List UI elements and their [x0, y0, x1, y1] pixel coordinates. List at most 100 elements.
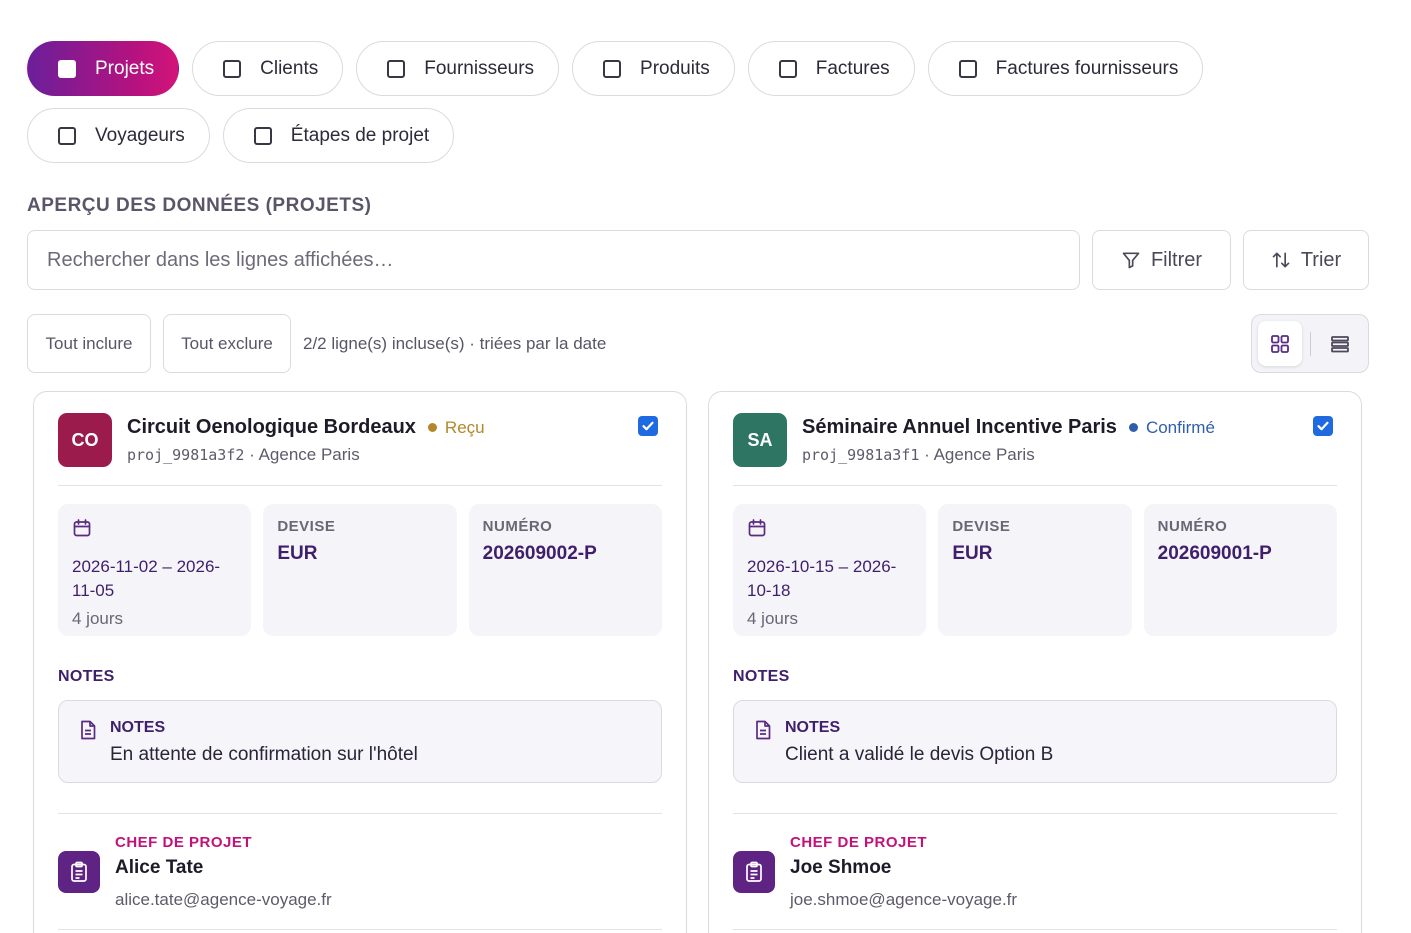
tab-clients[interactable]: Clients [192, 41, 344, 96]
selection-summary: 2/2 ligne(s) incluse(s) · triées par la … [303, 334, 607, 353]
tab-produits[interactable]: Produits [572, 41, 735, 96]
filter-label: Filtrer [1150, 248, 1203, 271]
check-icon [642, 421, 654, 431]
tab-label: Produits [640, 57, 710, 79]
list-view-button[interactable] [1318, 321, 1362, 366]
section-title: APERÇU DES DONNÉES (PROJETS) [27, 195, 372, 216]
calendar-icon [73, 519, 91, 537]
checkbox-icon[interactable] [58, 126, 76, 145]
checkbox-icon[interactable] [603, 59, 622, 78]
tab-projets[interactable]: Projets [27, 41, 180, 96]
divider [733, 929, 1337, 930]
checkbox-icon[interactable] [778, 59, 797, 78]
title-line: Circuit Oenologique Bordeaux Reçu [127, 416, 485, 439]
sort-icon [1272, 252, 1290, 268]
search-input[interactable] [47, 248, 1079, 272]
list-icon [1331, 335, 1350, 352]
number-label: NUMÉRO [1157, 518, 1228, 535]
tab-label: Voyageurs [95, 124, 185, 146]
avatar: CO [58, 413, 112, 467]
manager-label: CHEF DE PROJET [115, 834, 253, 851]
title-line: Séminaire Annuel Incentive Paris Confirm… [802, 416, 1215, 439]
currency-value: EUR [277, 543, 318, 564]
number-value: 202609001-P [1157, 543, 1272, 564]
divider [733, 485, 1337, 486]
view-toggle [1251, 314, 1369, 373]
status-label: Confirmé [1145, 417, 1215, 437]
notes-title: NOTES [785, 719, 841, 736]
project-title: Séminaire Annuel Incentive Paris [802, 416, 1117, 438]
include-all-button[interactable]: Tout inclure [27, 314, 151, 373]
date-range-line: 10-18 [747, 581, 791, 600]
document-icon [756, 720, 771, 740]
stats-row: 2026-10-15 – 2026- 10-18 4 jours DEVISE E… [733, 504, 1337, 636]
number-stat: NUMÉRO 202609002-P [468, 504, 662, 636]
notes-title: NOTES [110, 719, 166, 736]
currency-value: EUR [952, 543, 993, 564]
card-header: CO Circuit Oenologique Bordeaux Reçu pro… [58, 413, 662, 469]
project-card[interactable]: SA Séminaire Annuel Incentive Paris Conf… [708, 391, 1362, 933]
agency: · Agence Paris [924, 445, 1035, 464]
stats-row: 2026-11-02 – 2026- 11-05 4 jours DEVISE E… [58, 504, 662, 636]
project-subline: proj_9981a3f2 · Agence Paris [127, 445, 360, 465]
status-dot-icon [1128, 423, 1138, 432]
currency-label: DEVISE [277, 518, 336, 535]
tab-voyageurs[interactable]: Voyageurs [27, 108, 210, 163]
avatar: SA [733, 413, 787, 467]
tab-label: Projets [95, 57, 155, 79]
status-dot-icon [427, 423, 437, 432]
date-range: 2026-10-15 – 2026- 10-18 [747, 555, 912, 603]
status-badge: Confirmé [1128, 417, 1215, 438]
checkbox-icon[interactable] [387, 59, 406, 78]
notes-section-label: NOTES [58, 668, 115, 685]
filter-icon [1122, 252, 1140, 269]
currency-label: DEVISE [952, 518, 1011, 535]
status-badge: Reçu [427, 417, 485, 438]
status-label: Reçu [444, 417, 485, 437]
sort-button[interactable]: Trier [1243, 230, 1369, 290]
checkbox-icon[interactable] [958, 59, 977, 78]
document-icon [81, 720, 96, 740]
tab-etapes-de-projet[interactable]: Étapes de projet [222, 108, 455, 163]
tab-label: Étapes de projet [290, 124, 430, 146]
toggle-divider [1309, 331, 1311, 356]
tab-factures[interactable]: Factures [747, 41, 915, 96]
clipboard-icon [733, 851, 775, 893]
checkbox-icon[interactable] [58, 59, 76, 78]
manager-email[interactable]: joe.shmoe@agence-voyage.fr [790, 890, 1017, 910]
divider [58, 929, 662, 930]
date-range-line: 11-05 [72, 581, 115, 600]
calendar-icon [748, 519, 766, 537]
tab-fournisseurs[interactable]: Fournisseurs [356, 41, 560, 96]
dates-stat: 2026-10-15 – 2026- 10-18 4 jours [733, 504, 927, 636]
notes-box: NOTES En attente de confirmation sur l'h… [58, 700, 662, 783]
tab-factures-fournisseurs[interactable]: Factures fournisseurs [927, 41, 1204, 96]
project-title: Circuit Oenologique Bordeaux [127, 416, 416, 438]
divider [58, 813, 662, 814]
grid-view-button[interactable] [1258, 321, 1302, 366]
tab-label: Fournisseurs [424, 57, 535, 79]
number-label: NUMÉRO [482, 518, 553, 535]
checkbox-icon[interactable] [253, 126, 272, 145]
filter-button[interactable]: Filtrer [1092, 230, 1231, 290]
manager-label: CHEF DE PROJET [790, 834, 928, 851]
project-card[interactable]: CO Circuit Oenologique Bordeaux Reçu pro… [33, 391, 687, 933]
include-checkbox[interactable] [638, 416, 658, 436]
number-stat: NUMÉRO 202609001-P [1143, 504, 1337, 636]
project-id: proj_9981a3f2 [127, 446, 245, 464]
currency-stat: DEVISE EUR [938, 504, 1132, 636]
tab-label: Factures fournisseurs [995, 57, 1179, 79]
duration: 4 jours [72, 609, 124, 628]
agency: · Agence Paris [249, 445, 360, 464]
checkbox-icon[interactable] [223, 59, 242, 78]
exclude-all-button[interactable]: Tout exclure [163, 314, 291, 373]
check-icon [1317, 421, 1329, 431]
grid-icon [1270, 334, 1289, 353]
card-header: SA Séminaire Annuel Incentive Paris Conf… [733, 413, 1337, 469]
manager-email[interactable]: alice.tate@agence-voyage.fr [115, 890, 332, 910]
manager-name: Joe Shmoe [790, 857, 892, 878]
duration: 4 jours [747, 609, 799, 628]
entity-tabs: Projets Clients Fournisseurs Produits Fa… [27, 41, 1207, 163]
include-checkbox[interactable] [1313, 416, 1333, 436]
search-box [27, 230, 1080, 290]
